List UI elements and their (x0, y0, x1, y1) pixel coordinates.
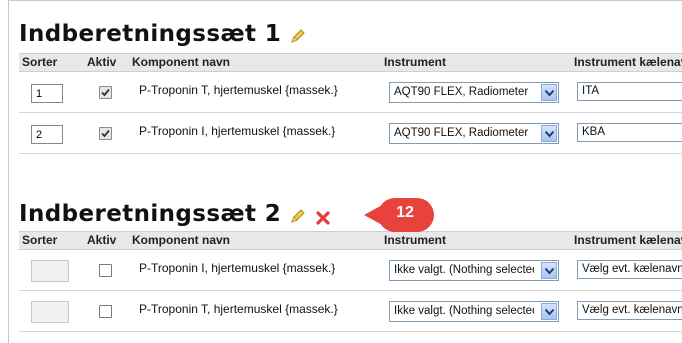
nickname-field[interactable]: Vælg evt. kælenavn (577, 301, 682, 320)
page-frame: Indberetningssæt 1 Sorter Aktiv Komponen… (8, 0, 682, 343)
dropdown-arrow-icon[interactable] (541, 303, 557, 320)
instrument-select[interactable]: AQT90 FLEX, Radiometer (389, 82, 559, 103)
instrument-select[interactable]: Ikke valgt. (Nothing selected) (389, 301, 559, 322)
col-komponent: Komponent navn (132, 55, 230, 69)
edit-set1-pencil-icon[interactable] (289, 25, 307, 43)
active-checkbox[interactable] (99, 264, 112, 277)
set2-table-header: Sorter Aktiv Komponent navn Instrument I… (19, 231, 682, 250)
table-row: P-Troponin T, hjertemuskel {massek.} AQT… (19, 72, 682, 113)
nickname-field[interactable]: Vælg evt. kælenavn (577, 260, 682, 279)
set2-title-text: Indberetningssæt 2 (19, 201, 282, 227)
col-aktiv: Aktiv (87, 233, 117, 247)
col-komponent: Komponent navn (132, 233, 230, 247)
dropdown-arrow-icon[interactable] (541, 125, 557, 142)
table-row: P-Troponin I, hjertemuskel {massek.} Ikk… (19, 250, 682, 291)
sort-input[interactable] (31, 260, 69, 282)
active-checkbox[interactable] (99, 127, 112, 140)
col-instrument: Instrument (384, 55, 447, 69)
col-instrument: Instrument (384, 233, 447, 247)
instrument-selected-value: Ikke valgt. (Nothing selected) (394, 305, 534, 317)
set1-title: Indberetningssæt 1 (19, 21, 307, 47)
table-row: P-Troponin T, hjertemuskel {massek.} Ikk… (19, 291, 682, 332)
sort-input[interactable] (31, 301, 69, 323)
nickname-field[interactable]: KBA (577, 123, 682, 142)
component-name: P-Troponin I, hjertemuskel {massek.} (139, 261, 336, 275)
instrument-select[interactable]: AQT90 FLEX, Radiometer (389, 123, 559, 144)
sort-input[interactable] (31, 125, 63, 144)
set1-table-header: Sorter Aktiv Komponent navn Instrument I… (19, 53, 682, 72)
delete-set2-x-icon[interactable] (315, 206, 331, 225)
instrument-selected-value: AQT90 FLEX, Radiometer (394, 127, 529, 139)
col-aktiv: Aktiv (87, 55, 117, 69)
checkbox-check-icon (101, 88, 110, 97)
checkbox-check-icon (101, 129, 110, 138)
dropdown-arrow-icon[interactable] (541, 262, 557, 279)
dropdown-arrow-icon[interactable] (541, 84, 557, 101)
instrument-selected-value: Ikke valgt. (Nothing selected) (394, 264, 534, 276)
component-name: P-Troponin I, hjertemuskel {massek.} (139, 124, 336, 138)
nickname-field[interactable]: ITA (577, 82, 682, 101)
edit-set2-pencil-icon[interactable] (289, 205, 307, 223)
table-row: P-Troponin I, hjertemuskel {massek.} AQT… (19, 113, 682, 154)
active-checkbox[interactable] (99, 86, 112, 99)
col-instrument-kaelenavn: Instrument kælenavn (574, 55, 682, 69)
component-name: P-Troponin T, hjertemuskel {massek.} (139, 302, 338, 316)
set2-title: Indberetningssæt 2 (19, 201, 331, 227)
callout-number: 12 (396, 204, 414, 221)
instrument-selected-value: AQT90 FLEX, Radiometer (394, 86, 529, 98)
col-instrument-kaelenavn: Instrument kælenavn (574, 233, 682, 247)
sort-input[interactable] (31, 84, 63, 103)
instrument-select[interactable]: Ikke valgt. (Nothing selected) (389, 260, 559, 281)
set1-title-text: Indberetningssæt 1 (19, 21, 282, 47)
col-sorter: Sorter (22, 233, 58, 247)
component-name: P-Troponin T, hjertemuskel {massek.} (139, 83, 338, 97)
active-checkbox[interactable] (99, 305, 112, 318)
col-sorter: Sorter (22, 55, 58, 69)
